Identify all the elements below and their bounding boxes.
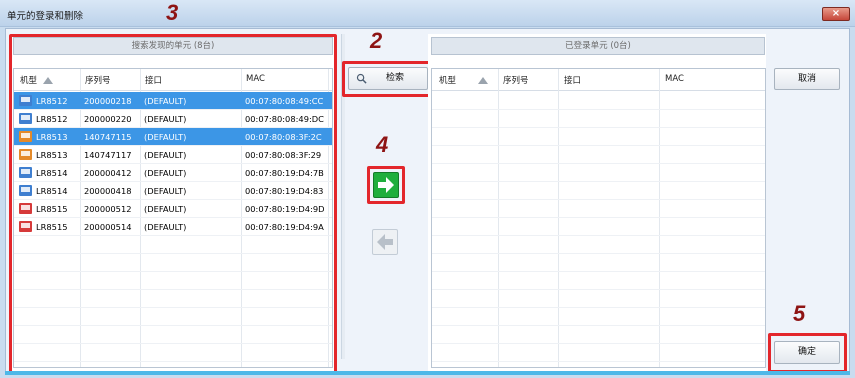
window-title: 单元的登录和删除 — [7, 11, 84, 22]
empty-row — [432, 92, 765, 110]
registered-units-table[interactable]: 机型 序列号 接口 MAC — [431, 68, 766, 368]
callout-highlight-3 — [9, 34, 337, 375]
empty-row — [432, 218, 765, 236]
empty-row — [432, 236, 765, 254]
empty-row — [432, 326, 765, 344]
empty-row — [432, 344, 765, 362]
empty-row — [432, 110, 765, 128]
bottom-accent-strip — [5, 371, 850, 375]
empty-row — [432, 146, 765, 164]
table-header: 机型 序列号 接口 MAC — [432, 69, 765, 91]
column-header-serial[interactable]: 序列号 — [503, 74, 529, 86]
empty-row — [432, 200, 765, 218]
sort-asc-icon — [478, 77, 489, 84]
callout-highlight-2 — [342, 61, 434, 97]
callout-number-4: 4 — [376, 132, 389, 157]
empty-row — [432, 164, 765, 182]
arrow-left-icon — [377, 234, 393, 250]
callout-highlight-5 — [768, 333, 847, 373]
title-bar: 单元的登录和删除 × — [0, 0, 855, 27]
registered-units-panel: 已登录单元 (0台) 机型 序列号 接口 MAC — [428, 34, 766, 375]
registered-units-header: 已登录单元 (0台) — [431, 37, 765, 55]
column-header-interface[interactable]: 接口 — [564, 74, 581, 86]
empty-row — [432, 128, 765, 146]
callout-number-3: 3 — [166, 0, 179, 25]
remove-unit-button[interactable] — [372, 229, 398, 255]
callout-highlight-4 — [367, 166, 405, 204]
empty-row — [432, 290, 765, 308]
column-header-model[interactable]: 机型 — [439, 74, 489, 86]
cancel-button[interactable]: 取消 — [774, 68, 840, 90]
close-button[interactable]: × — [822, 7, 850, 21]
empty-row — [432, 182, 765, 200]
column-label: 机型 — [439, 76, 457, 86]
callout-number-2: 2 — [370, 28, 383, 53]
empty-row — [432, 254, 765, 272]
empty-row — [432, 308, 765, 326]
column-header-mac[interactable]: MAC — [665, 74, 684, 84]
dialog-window: 单元的登录和删除 × 搜索发现的单元 (8台) 机型 序列号 接口 MAC LR… — [0, 0, 855, 378]
empty-row — [432, 272, 765, 290]
callout-number-5: 5 — [793, 301, 806, 326]
